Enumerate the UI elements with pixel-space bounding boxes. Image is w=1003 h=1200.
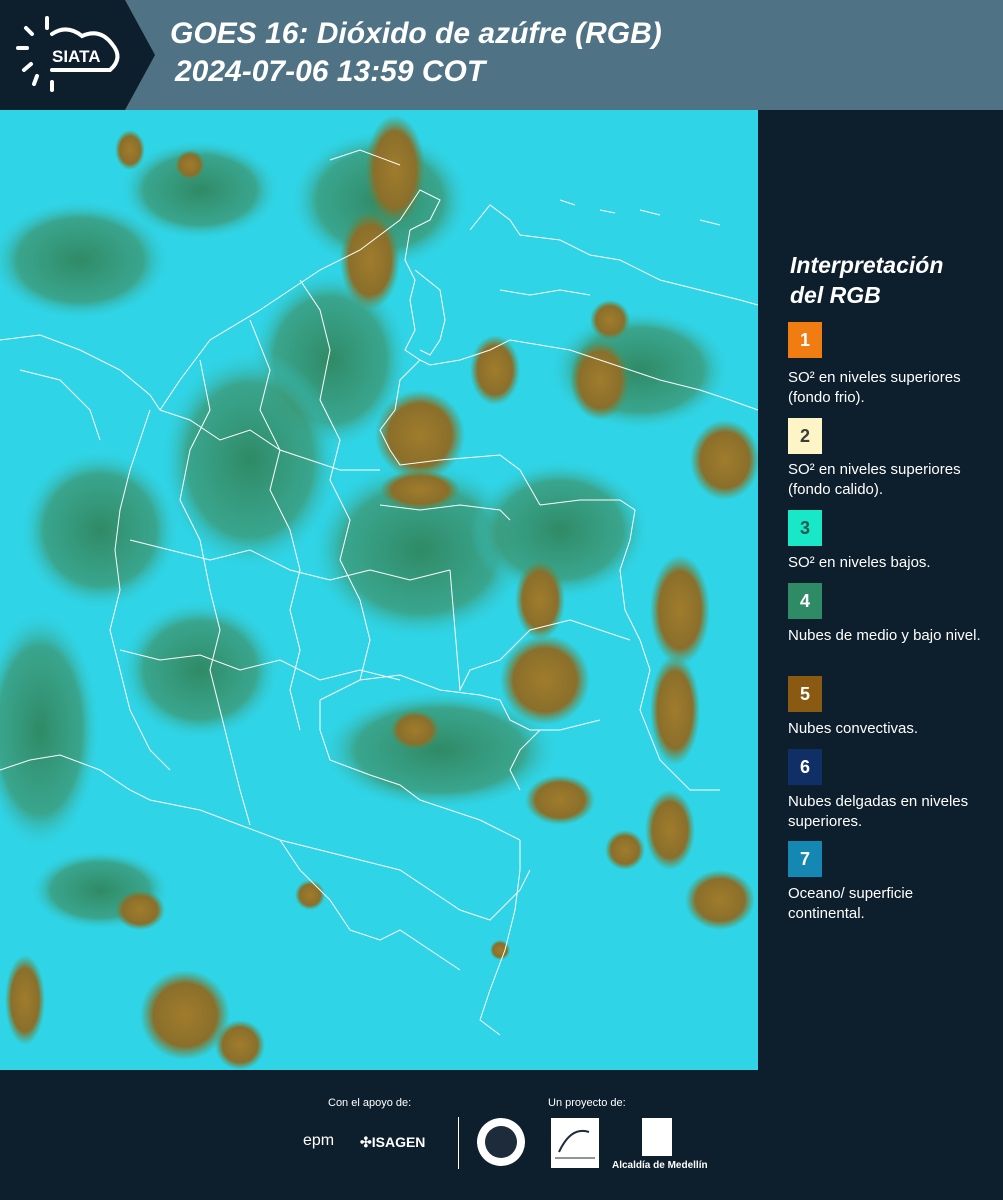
legend-title-line1: Interpretación (790, 252, 944, 278)
isagen-mark-icon: ✣ (360, 1134, 372, 1150)
alcaldia-label: Alcaldía de Medellín (612, 1160, 708, 1171)
legend-swatch-number: 6 (799, 757, 810, 777)
legend-swatch-1: 1 (788, 322, 822, 358)
footer-divider (458, 1117, 459, 1169)
legend-swatch-4: 4 (788, 583, 822, 619)
page-title: GOES 16: Dióxido de azúfre (RGB) (170, 17, 662, 50)
timestamp: 2024-07-06 13:59 COT (175, 55, 486, 88)
legend-swatch-number: 5 (799, 684, 810, 704)
satellite-image (0, 110, 758, 1070)
legend-text-1: SO² en niveles superiores (fondo frio). (788, 369, 961, 406)
legend-swatch-number: 4 (799, 591, 810, 611)
legend-text-3: SO² en niveles bajos. (788, 554, 931, 571)
legend-swatch-7: 7 (788, 841, 822, 877)
legend-swatch-6: 6 (788, 749, 822, 785)
project-label: Un proyecto de: (548, 1097, 626, 1109)
legend-swatch-number: 2 (799, 426, 810, 446)
legend-title: Interpretación del RGB (790, 250, 943, 310)
support-label: Con el apoyo de: (328, 1097, 412, 1109)
alcaldia-shield-icon (642, 1118, 672, 1156)
legend-swatch-2: 2 (788, 418, 822, 454)
sun-cloud-icon: SIATA (16, 16, 120, 92)
legend-swatch-3: 3 (788, 510, 822, 546)
isagen-logo: ✣ISAGEN (360, 1134, 425, 1151)
legend-text-5: Nubes convectivas. (788, 720, 919, 737)
siata-logo: SIATA (0, 0, 125, 110)
legend-title-line2: del RGB (790, 282, 881, 308)
legend-swatch-number: 3 (799, 518, 810, 538)
epm-logo: epm (303, 1132, 335, 1149)
area-metropolitana-logo (551, 1118, 599, 1168)
legend-swatch-5: 5 (788, 676, 822, 712)
area-metropolitana-mark-icon (555, 1130, 595, 1159)
medellin-seal-icon (477, 1118, 525, 1166)
siata-logo-text: SIATA (52, 47, 100, 66)
satellite-map[interactable] (0, 110, 758, 1070)
legend-text-2: SO² en niveles superiores (fondo calido)… (788, 461, 961, 498)
legend-text-4: Nubes de medio y bajo nivel. (788, 627, 981, 644)
legend-text-7: Oceano/ superficie continental. (788, 885, 914, 922)
legend-swatch-number: 1 (799, 330, 810, 350)
legend-text-6: Nubes delgadas en niveles superiores. (788, 793, 969, 830)
isagen-logo-text: ISAGEN (371, 1134, 426, 1150)
legend-swatch-number: 7 (799, 849, 810, 869)
logo-arrow (125, 0, 155, 110)
